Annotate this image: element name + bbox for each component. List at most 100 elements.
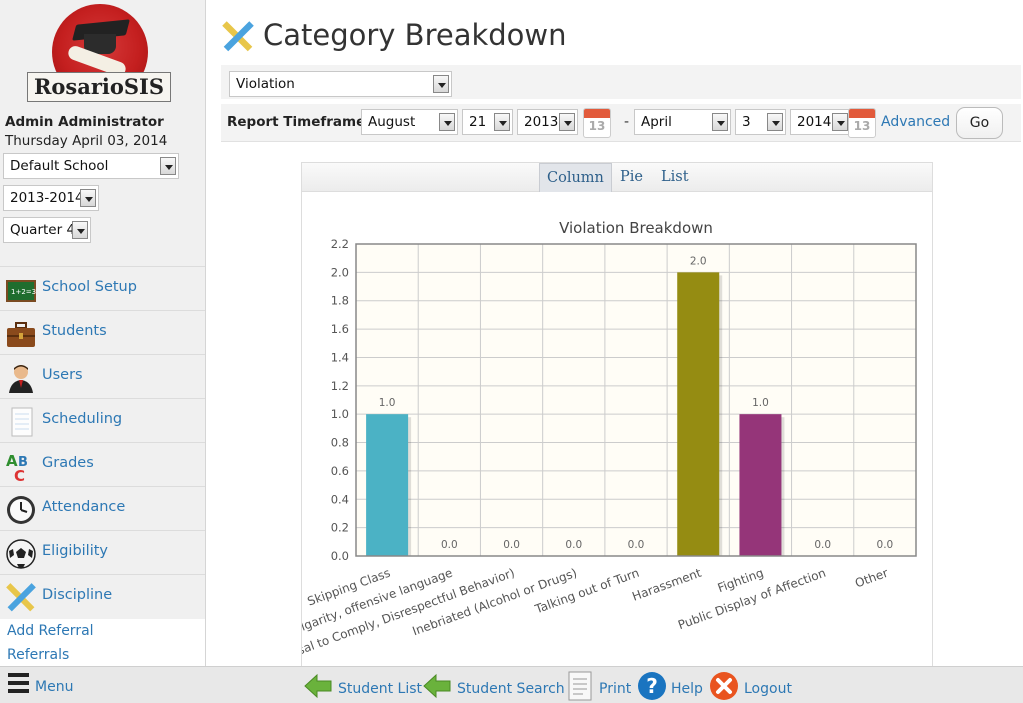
y-tick-label: 1.2 (331, 379, 349, 393)
menu-item-users[interactable]: Users (0, 354, 205, 398)
end-year-select[interactable]: 2014 (790, 109, 851, 135)
document-icon (568, 671, 592, 701)
school-select-value: Default School (10, 158, 109, 174)
menu-item-attendance[interactable]: Attendance (0, 486, 205, 530)
calendar-day: 13 (588, 119, 606, 133)
chevron-down-icon (160, 157, 176, 175)
svg-text:?: ? (646, 674, 658, 698)
print-label: Print (599, 681, 632, 697)
submenu-add-referral[interactable]: Add Referral (7, 623, 94, 639)
start-month-select[interactable]: August (361, 109, 458, 135)
menu-item-school-setup[interactable]: 1+2=3 School Setup (0, 266, 205, 310)
school-year-select-value: 2013-2014 (10, 190, 84, 206)
y-tick-label: 0.2 (331, 521, 349, 535)
category-select[interactable]: Violation (229, 71, 452, 97)
menu-item-label: Eligibility (42, 543, 109, 559)
end-day-value: 3 (742, 114, 751, 130)
y-tick-label: 1.6 (331, 322, 349, 336)
notepad-icon (11, 407, 33, 437)
plot-area (356, 244, 916, 556)
school-select[interactable]: Default School (3, 153, 179, 179)
menu-item-grades[interactable]: A B C Grades (0, 442, 205, 486)
menu-item-label: Attendance (42, 499, 126, 515)
y-tick-label: 0.8 (331, 436, 349, 450)
arrow-left-icon (304, 673, 332, 699)
marking-period-select[interactable]: Quarter 4 (3, 217, 91, 243)
bar (677, 272, 720, 556)
main-content: Category Breakdown Violation Report Time… (207, 0, 1023, 669)
menu-item-scheduling[interactable]: Scheduling (0, 398, 205, 442)
tab-list[interactable]: List (654, 163, 696, 192)
data-label: 1.0 (752, 397, 769, 409)
y-tick-label: 1.0 (331, 407, 349, 421)
user-icon (9, 365, 33, 393)
start-day-value: 21 (469, 114, 487, 130)
end-month-value: April (641, 114, 672, 130)
tab-column[interactable]: Column (539, 163, 612, 192)
calendar-header (584, 109, 610, 118)
briefcase-icon (7, 322, 35, 347)
advanced-link[interactable]: Advanced (881, 114, 950, 130)
menu-item-discipline[interactable]: Discipline (0, 574, 205, 618)
y-tick-label: 2.0 (331, 265, 349, 279)
submenu-referrals[interactable]: Referrals (7, 647, 69, 663)
go-button[interactable]: Go (956, 107, 1003, 139)
start-calendar-icon[interactable]: 13 (583, 108, 611, 138)
sidebar: RosarioSIS Admin Administrator Thursday … (0, 0, 206, 666)
data-label: 0.0 (565, 539, 582, 551)
chalkboard-icon: 1+2=3 (6, 280, 36, 302)
bar (739, 414, 782, 556)
chevron-down-icon (559, 113, 575, 131)
y-tick-label: 0.0 (331, 549, 349, 563)
logout-icon (710, 672, 738, 700)
report-timeframe-row: Report Timeframe: August 21 2013 13 - Ap… (221, 104, 1021, 142)
data-label: 0.0 (628, 539, 645, 551)
start-month-value: August (368, 114, 416, 130)
x-tick-label: Other (853, 566, 890, 591)
school-year-select[interactable]: 2013-2014 (3, 185, 99, 211)
chevron-down-icon (712, 113, 728, 131)
report-timeframe-label: Report Timeframe: (227, 114, 371, 130)
end-month-select[interactable]: April (634, 109, 731, 135)
student-list-label: Student List (338, 681, 423, 697)
clock-icon (7, 496, 35, 524)
page-title: Category Breakdown (263, 18, 567, 52)
rosariosis-logo[interactable]: RosarioSIS (27, 4, 171, 102)
y-tick-label: 2.2 (331, 237, 349, 251)
menu-item-label: Students (42, 323, 107, 339)
chevron-down-icon (767, 113, 783, 131)
chevron-down-icon (494, 113, 510, 131)
menu-item-students[interactable]: Students (0, 310, 205, 354)
help-label: Help (671, 681, 703, 697)
x-tick-label: Harassment (630, 566, 703, 604)
end-day-select[interactable]: 3 (735, 109, 786, 135)
svg-text:C: C (14, 467, 25, 482)
current-date: Thursday April 03, 2014 (5, 133, 168, 149)
end-calendar-icon[interactable]: 13 (848, 108, 876, 138)
hamburger-icon (8, 673, 29, 695)
menu-item-eligibility[interactable]: Eligibility (0, 530, 205, 574)
discipline-submenu: Add Referral Referrals (0, 619, 205, 666)
pencil-ruler-icon (6, 583, 36, 612)
calendar-header (849, 109, 875, 118)
tab-pie[interactable]: Pie (613, 163, 650, 192)
menu-item-label: Grades (42, 455, 94, 471)
svg-text:1+2=3: 1+2=3 (11, 288, 36, 296)
y-tick-label: 1.4 (331, 350, 349, 364)
x-tick-label: Talking out of Turn (532, 566, 641, 617)
chart-tabs: Column Pie List (302, 163, 932, 192)
y-tick-label: 0.4 (331, 492, 349, 506)
start-day-select[interactable]: 21 (462, 109, 513, 135)
logout-label: Logout (744, 681, 792, 697)
end-year-value: 2014 (797, 114, 832, 130)
chevron-down-icon (80, 189, 96, 207)
abc-icon: A B C (6, 452, 28, 482)
category-filter-row: Violation (221, 65, 1021, 99)
data-label: 2.0 (690, 255, 707, 267)
start-year-select[interactable]: 2013 (517, 109, 578, 135)
y-tick-label: 0.6 (331, 464, 349, 478)
category-select-value: Violation (236, 76, 295, 92)
data-label: 0.0 (441, 539, 458, 551)
data-label: 0.0 (503, 539, 520, 551)
chevron-down-icon (832, 113, 848, 131)
